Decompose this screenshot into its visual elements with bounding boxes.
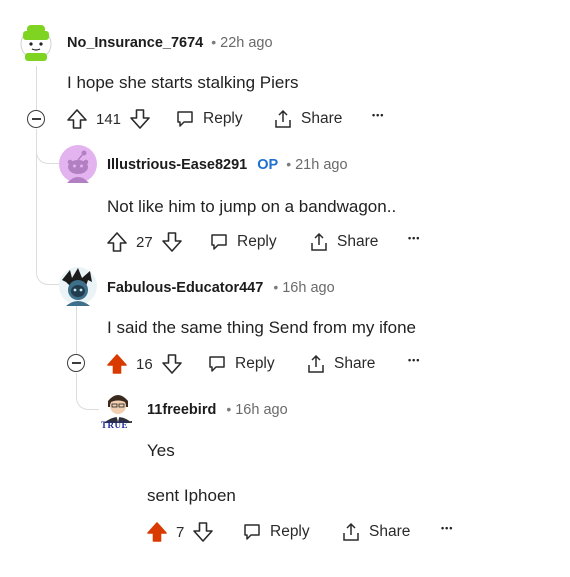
vote-count: 141 [96, 110, 122, 128]
reply-icon [242, 522, 262, 542]
comment-header: Fabulous-Educator447 • 16h ago [107, 279, 335, 296]
downvote-icon[interactable] [129, 108, 151, 130]
reply-button[interactable]: Reply [207, 354, 275, 374]
upvote-icon[interactable] [146, 521, 168, 543]
vote-controls: 16 [106, 353, 183, 375]
avatar[interactable] [58, 266, 98, 306]
reply-label: Reply [203, 110, 243, 127]
timestamp[interactable]: 21h ago [295, 157, 347, 173]
username[interactable]: No_Insurance_7674 [67, 35, 203, 51]
thread-elbow-1 [36, 129, 59, 164]
vote-count: 16 [136, 355, 153, 373]
more-icon[interactable]: ••• [441, 523, 453, 533]
timestamp[interactable]: 16h ago [235, 402, 287, 418]
share-button[interactable]: Share [306, 354, 375, 374]
comment-header: No_Insurance_7674 • 22h ago [67, 34, 273, 51]
reply-button[interactable]: Reply [209, 232, 277, 252]
comment-body: I said the same thing Send from my ifone [107, 318, 416, 337]
vote-controls: 27 [106, 231, 183, 253]
op-badge: OP [257, 157, 279, 173]
downvote-icon[interactable] [161, 231, 183, 253]
reply-icon [175, 109, 195, 129]
avatar-caption: TRUE [101, 420, 129, 429]
separator: • [226, 401, 232, 417]
separator: • [273, 279, 279, 295]
username[interactable]: Illustrious-Ease8291 [107, 157, 247, 173]
comment-header: Illustrious-Ease8291 OP • 21h ago [107, 156, 348, 173]
username[interactable]: Fabulous-Educator447 [107, 280, 263, 296]
thread-elbow-2 [36, 250, 59, 285]
collapse-icon[interactable] [67, 354, 85, 372]
share-label: Share [369, 523, 411, 540]
avatar[interactable] [59, 145, 97, 183]
share-button[interactable]: Share [309, 232, 378, 252]
share-icon [341, 522, 361, 542]
separator: • [211, 34, 217, 50]
vote-controls: 7 [146, 521, 214, 543]
vote-count: 7 [176, 523, 185, 541]
comment-body-line: Yes [147, 441, 175, 460]
share-label: Share [334, 355, 376, 372]
more-icon[interactable]: ••• [372, 110, 384, 120]
reply-label: Reply [270, 523, 310, 540]
downvote-icon[interactable] [192, 521, 214, 543]
share-icon [273, 109, 293, 129]
thread-line-root [36, 66, 37, 110]
reply-label: Reply [237, 233, 277, 250]
comment-body: I hope she starts stalking Piers [67, 73, 299, 92]
share-icon [306, 354, 326, 374]
more-icon[interactable]: ••• [408, 233, 420, 243]
avatar[interactable] [18, 22, 54, 62]
separator: • [286, 156, 292, 172]
thread-elbow-3 [76, 373, 99, 410]
more-icon[interactable]: ••• [408, 355, 420, 365]
share-icon [309, 232, 329, 252]
share-button[interactable]: Share [273, 109, 342, 129]
comment-body: Not like him to jump on a bandwagon.. [107, 197, 397, 216]
reply-button[interactable]: Reply [242, 522, 310, 542]
comment-body-line: sent Iphoen [147, 486, 236, 505]
reply-icon [207, 354, 227, 374]
share-button[interactable]: Share [341, 522, 410, 542]
reply-icon [209, 232, 229, 252]
collapse-icon[interactable] [27, 110, 45, 128]
reply-label: Reply [235, 355, 275, 372]
upvote-icon[interactable] [106, 353, 128, 375]
timestamp[interactable]: 22h ago [220, 35, 272, 51]
upvote-icon[interactable] [106, 231, 128, 253]
username[interactable]: 11freebird [147, 402, 216, 418]
vote-count: 27 [136, 233, 153, 251]
upvote-icon[interactable] [66, 108, 88, 130]
reply-button[interactable]: Reply [175, 109, 243, 129]
share-label: Share [337, 233, 379, 250]
comment-header: 11freebird • 16h ago [147, 401, 288, 418]
thread-line-3 [76, 306, 77, 354]
share-label: Share [301, 110, 343, 127]
timestamp[interactable]: 16h ago [282, 280, 334, 296]
downvote-icon[interactable] [161, 353, 183, 375]
vote-controls: 141 [66, 108, 151, 130]
